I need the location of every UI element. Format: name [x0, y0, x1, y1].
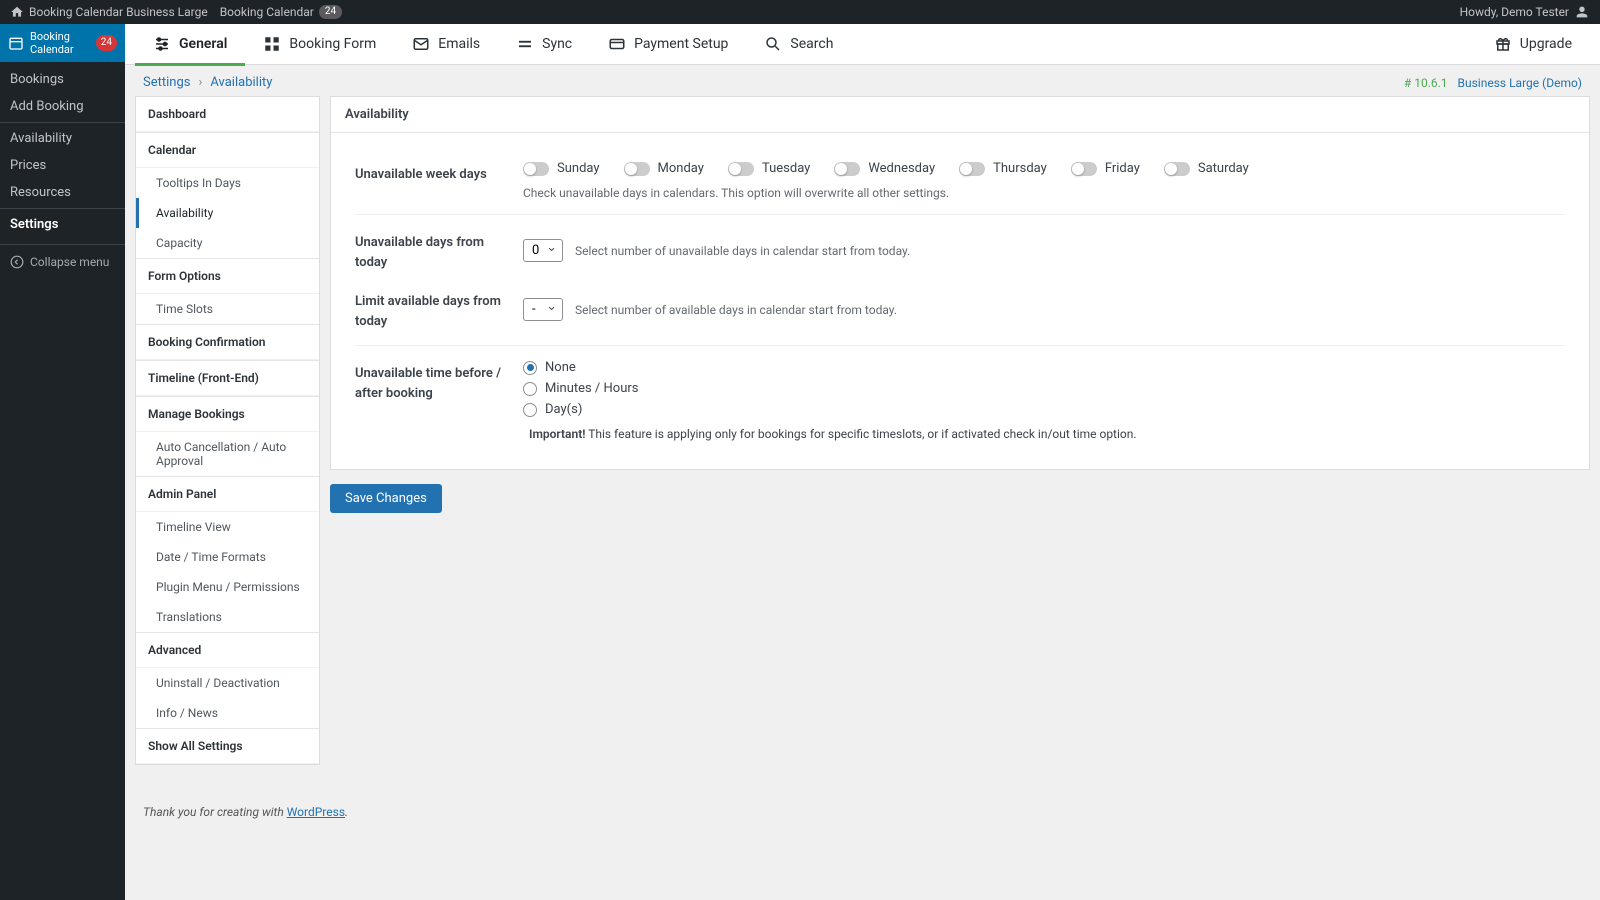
site-link[interactable]: Booking Calendar Business Large: [10, 5, 208, 19]
sidebar-item-prices[interactable]: Prices: [0, 152, 125, 179]
unavail-days-select[interactable]: 0: [523, 239, 563, 262]
toggle-thursday[interactable]: Thursday: [959, 161, 1047, 176]
nav-capacity[interactable]: Capacity: [136, 228, 319, 258]
nav-show-all[interactable]: Show All Settings: [136, 729, 319, 764]
tab-sync[interactable]: Sync: [498, 24, 590, 65]
radio-days[interactable]: Day(s): [523, 402, 1565, 417]
nav-auto-cancel[interactable]: Auto Cancellation / Auto Approval: [136, 432, 319, 476]
toggle-sunday[interactable]: Sunday: [523, 161, 600, 176]
nav-form-options[interactable]: Form Options: [136, 259, 319, 294]
toggle-tuesday[interactable]: Tuesday: [728, 161, 810, 176]
breadcrumb: Settings › Availability: [143, 75, 272, 90]
nav-manage-bookings[interactable]: Manage Bookings: [136, 397, 319, 432]
nav-admin-panel[interactable]: Admin Panel: [136, 477, 319, 512]
availability-panel: Availability Unavailable week days Sunda…: [330, 96, 1590, 470]
collapse-label: Collapse menu: [30, 255, 109, 269]
email-icon: [412, 35, 430, 53]
nav-translations[interactable]: Translations: [136, 602, 319, 632]
breadcrumb-current[interactable]: Availability: [210, 75, 272, 90]
version-plan[interactable]: Business Large (Demo): [1458, 76, 1582, 90]
tab-booking-form[interactable]: Booking Form: [245, 24, 394, 65]
sidebar-plugin-label: Booking Calendar: [30, 30, 90, 56]
radio-minutes[interactable]: Minutes / Hours: [523, 381, 1565, 396]
unavail-days-label: Unavailable days from today: [355, 229, 523, 272]
tab-search[interactable]: Search: [746, 24, 851, 65]
tab-label: Payment Setup: [634, 36, 728, 52]
sidebar-item-resources[interactable]: Resources: [0, 179, 125, 206]
sidebar-plugin-header[interactable]: Booking Calendar 24: [0, 24, 125, 62]
toggle-wednesday[interactable]: Wednesday: [834, 161, 935, 176]
nav-info-news[interactable]: Info / News: [136, 698, 319, 728]
breadcrumb-root[interactable]: Settings: [143, 75, 190, 90]
save-button[interactable]: Save Changes: [330, 484, 442, 513]
limit-days-label: Limit available days from today: [355, 288, 523, 331]
toggle-friday[interactable]: Friday: [1071, 161, 1140, 176]
limit-days-select[interactable]: -: [523, 298, 563, 321]
nav-dashboard[interactable]: Dashboard: [136, 97, 319, 132]
wp-sidebar: Booking Calendar 24 Bookings Add Booking…: [0, 24, 125, 900]
footer: Thank you for creating with WordPress.: [125, 785, 1600, 839]
howdy-text: Howdy, Demo Tester: [1460, 5, 1569, 19]
howdy-link[interactable]: Howdy, Demo Tester: [1460, 4, 1590, 20]
payment-icon: [608, 35, 626, 53]
nav-availability[interactable]: Availability: [136, 198, 319, 228]
settings-sliders-icon: [153, 35, 171, 53]
collapse-icon: [10, 255, 24, 269]
panel-title: Availability: [331, 97, 1589, 133]
tab-upgrade[interactable]: Upgrade: [1476, 24, 1590, 65]
calendar-icon: [8, 35, 24, 51]
plugin-name: Booking Calendar: [220, 5, 314, 19]
toggle-monday[interactable]: Monday: [624, 161, 704, 176]
chevron-right-icon: ›: [198, 75, 202, 90]
sidebar-item-availability[interactable]: Availability: [0, 125, 125, 152]
sidebar-badge: 24: [96, 35, 117, 51]
nav-timeline-fe[interactable]: Timeline (Front-End): [136, 361, 319, 396]
nav-advanced[interactable]: Advanced: [136, 633, 319, 668]
tabs-bar: General Booking Form Emails Sync Payment…: [125, 24, 1600, 65]
important-note: Important! This feature is applying only…: [523, 427, 1565, 441]
breadcrumb-row: Settings › Availability # 10.6.1 Busines…: [125, 65, 1600, 96]
version-number: # 10.6.1: [1404, 76, 1448, 90]
home-icon: [10, 5, 24, 19]
site-name: Booking Calendar Business Large: [29, 5, 208, 19]
sidebar-item-add-booking[interactable]: Add Booking: [0, 93, 125, 120]
tab-label: Sync: [542, 36, 572, 52]
settings-nav: Dashboard Calendar Tooltips In Days Avai…: [135, 96, 320, 765]
weekdays-help: Check unavailable days in calendars. Thi…: [523, 186, 1565, 200]
nav-date-formats[interactable]: Date / Time Formats: [136, 542, 319, 572]
tab-emails[interactable]: Emails: [394, 24, 498, 65]
radio-none[interactable]: None: [523, 360, 1565, 375]
tab-label: Search: [790, 36, 833, 52]
admin-bar: Booking Calendar Business Large Booking …: [0, 0, 1600, 24]
form-icon: [263, 35, 281, 53]
sidebar-item-settings[interactable]: Settings: [0, 211, 125, 238]
wordpress-link[interactable]: WordPress: [287, 805, 345, 819]
unavail-days-help: Select number of unavailable days in cal…: [575, 244, 910, 258]
collapse-menu[interactable]: Collapse menu: [0, 247, 125, 277]
nav-uninstall[interactable]: Uninstall / Deactivation: [136, 668, 319, 698]
nav-calendar[interactable]: Calendar: [136, 133, 319, 168]
tab-label: Emails: [438, 36, 480, 52]
plugin-badge: 24: [319, 5, 342, 19]
user-icon: [1574, 4, 1590, 20]
toggle-saturday[interactable]: Saturday: [1164, 161, 1249, 176]
plugin-link[interactable]: Booking Calendar 24: [220, 5, 342, 19]
nav-timeline-view[interactable]: Timeline View: [136, 512, 319, 542]
tab-label: General: [179, 36, 227, 52]
sidebar-item-bookings[interactable]: Bookings: [0, 66, 125, 93]
nav-booking-confirm[interactable]: Booking Confirmation: [136, 325, 319, 360]
tab-label: Booking Form: [289, 36, 376, 52]
weekdays-label: Unavailable week days: [355, 161, 523, 185]
sync-icon: [516, 35, 534, 53]
nav-tooltips[interactable]: Tooltips In Days: [136, 168, 319, 198]
nav-time-slots[interactable]: Time Slots: [136, 294, 319, 324]
tab-payment[interactable]: Payment Setup: [590, 24, 746, 65]
tab-general[interactable]: General: [135, 24, 245, 65]
time-before-label: Unavailable time before / after booking: [355, 360, 523, 403]
search-icon: [764, 35, 782, 53]
limit-days-help: Select number of available days in calen…: [575, 303, 897, 317]
nav-plugin-menu[interactable]: Plugin Menu / Permissions: [136, 572, 319, 602]
tab-label: Upgrade: [1520, 36, 1572, 52]
gift-icon: [1494, 35, 1512, 53]
